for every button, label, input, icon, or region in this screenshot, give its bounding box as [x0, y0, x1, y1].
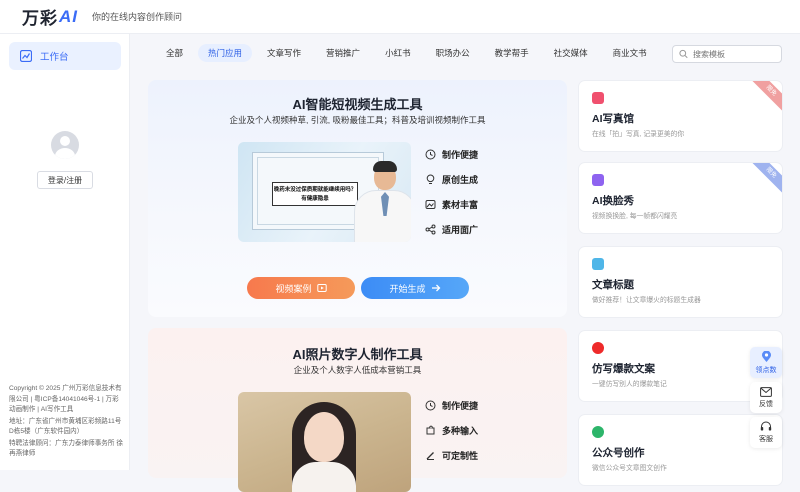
tool-card-article-title[interactable]: 文章标题 做好推荐！让文章爆火的标题生成器	[578, 246, 783, 318]
logo-text: 万彩	[22, 9, 58, 28]
xiaohongshu-icon	[592, 342, 604, 354]
photo-preview	[238, 392, 411, 492]
feature-item: 制作便捷	[424, 393, 479, 418]
feedback-button[interactable]: 反馈	[750, 382, 782, 413]
address-text: 地址：广东省广州市黄埔区彩频路11号D栋5楼（广东软件园内）	[9, 417, 122, 436]
clock-icon	[424, 149, 436, 161]
get-points-button[interactable]: 领点数	[750, 347, 782, 378]
share-icon	[424, 224, 436, 236]
copyright-text: Copyright © 2025 广州万彩信息技术有限公司 | 粤ICP备140…	[9, 385, 122, 413]
lawyer-text: 特聘法律顾问：广东力泰律师事务所 徐再燕律师	[9, 439, 123, 458]
tab-business-docs[interactable]: 商业文书	[603, 44, 657, 62]
tab-article-writing[interactable]: 文章写作	[257, 44, 311, 62]
search-icon	[679, 49, 688, 59]
feature-item: 多种输入	[424, 418, 479, 443]
puzzle-icon	[424, 425, 436, 437]
tab-xiaohongshu[interactable]: 小红书	[375, 44, 421, 62]
login-button[interactable]: 登录/注册	[37, 171, 93, 189]
video-case-button[interactable]: 视频案例	[247, 277, 355, 299]
mail-icon	[760, 386, 772, 397]
free-badge: 限免	[749, 163, 782, 195]
category-tabs: 全部 热门应用 文章写作 营销推广 小红书 职场办公 教学帮手 社交媒体 商业文…	[156, 44, 662, 62]
wechat-icon	[592, 426, 604, 438]
video-tool-subtitle: 企业及个人视频种草, 引流, 吸粉最佳工具；科普及培训视频制作工具	[229, 115, 486, 125]
start-generate-button[interactable]: 开始生成	[361, 277, 469, 299]
digital-human-title: AI照片数字人制作工具	[292, 347, 423, 362]
sidebar-item-workbench[interactable]: 工作台	[9, 42, 121, 70]
headset-icon	[760, 421, 772, 431]
doctor-hair	[373, 161, 397, 172]
search-input[interactable]	[693, 49, 781, 59]
camera-icon	[592, 92, 604, 104]
tab-office[interactable]: 职场办公	[426, 44, 480, 62]
feature-item: 制作便捷	[424, 142, 479, 167]
tool-card-ai-portrait[interactable]: AI写真馆 在线「拍」写真, 记录更美的你 限免	[578, 80, 783, 152]
floating-actions: 领点数 反馈 客服	[750, 347, 782, 452]
footer-info: Copyright © 2025 广州万彩信息技术有限公司 | 粤ICP备140…	[9, 384, 123, 461]
arrow-right-icon	[431, 284, 440, 292]
tab-teaching[interactable]: 教学帮手	[485, 44, 539, 62]
video-features: 制作便捷 原创生成 素材丰富 适用面广	[424, 142, 479, 242]
location-pin-icon	[761, 350, 771, 362]
lightbulb-icon	[424, 174, 436, 186]
feature-item: 原创生成	[424, 167, 479, 192]
header: 万彩 AI 你的在线内容创作顾问	[0, 0, 800, 34]
sidebar-item-label: 工作台	[40, 52, 69, 63]
video-preview: 晚药未没过保质期就能继续用吗？有健康隐患	[238, 142, 411, 242]
image-icon	[424, 199, 436, 211]
tab-hot-apps[interactable]: 热门应用	[198, 44, 253, 62]
search-box[interactable]	[672, 45, 782, 63]
digital-human-subtitle: 企业及个人数字人低成本营销工具	[293, 365, 422, 375]
clock-icon	[424, 400, 436, 412]
logo-ai: AI	[59, 6, 78, 26]
video-icon	[316, 284, 327, 292]
video-caption: 晚药未没过保质期就能继续用吗？有健康隐患	[272, 182, 358, 206]
digital-human-features: 制作便捷 多种输入 可定制性	[424, 393, 479, 468]
feature-item: 适用面广	[424, 217, 479, 242]
video-tool-card: AI智能短视频生成工具 企业及个人视频种草, 引流, 吸粉最佳工具；科普及培训视…	[148, 80, 567, 317]
tab-social-media[interactable]: 社交媒体	[544, 44, 598, 62]
chart-line-icon	[20, 50, 32, 62]
digital-human-card: AI照片数字人制作工具 企业及个人数字人低成本营销工具 制作便捷 多种输入 可定…	[148, 328, 567, 492]
tagline: 你的在线内容创作顾问	[92, 12, 183, 22]
avatar[interactable]	[51, 131, 79, 159]
video-tool-title: AI智能短视频生成工具	[292, 97, 423, 112]
customer-service-button[interactable]: 客服	[750, 417, 782, 448]
title-icon	[592, 258, 604, 270]
tab-all[interactable]: 全部	[156, 44, 193, 62]
feature-item: 素材丰富	[424, 192, 479, 217]
logo[interactable]: 万彩 AI	[22, 4, 78, 29]
pen-icon	[424, 450, 436, 462]
tool-card-face-swap[interactable]: AI换脸秀 视频换换脸, 每一帧都闪耀亮 限免	[578, 162, 783, 234]
person-icon	[592, 174, 604, 186]
feature-item: 可定制性	[424, 443, 479, 468]
portrait-face	[304, 412, 344, 462]
tab-marketing[interactable]: 营销推广	[316, 44, 370, 62]
sidebar: 工作台 登录/注册 Copyright © 2025 广州万彩信息技术有限公司 …	[0, 34, 130, 470]
portrait-body	[292, 462, 356, 492]
free-badge: 限免	[749, 81, 782, 113]
